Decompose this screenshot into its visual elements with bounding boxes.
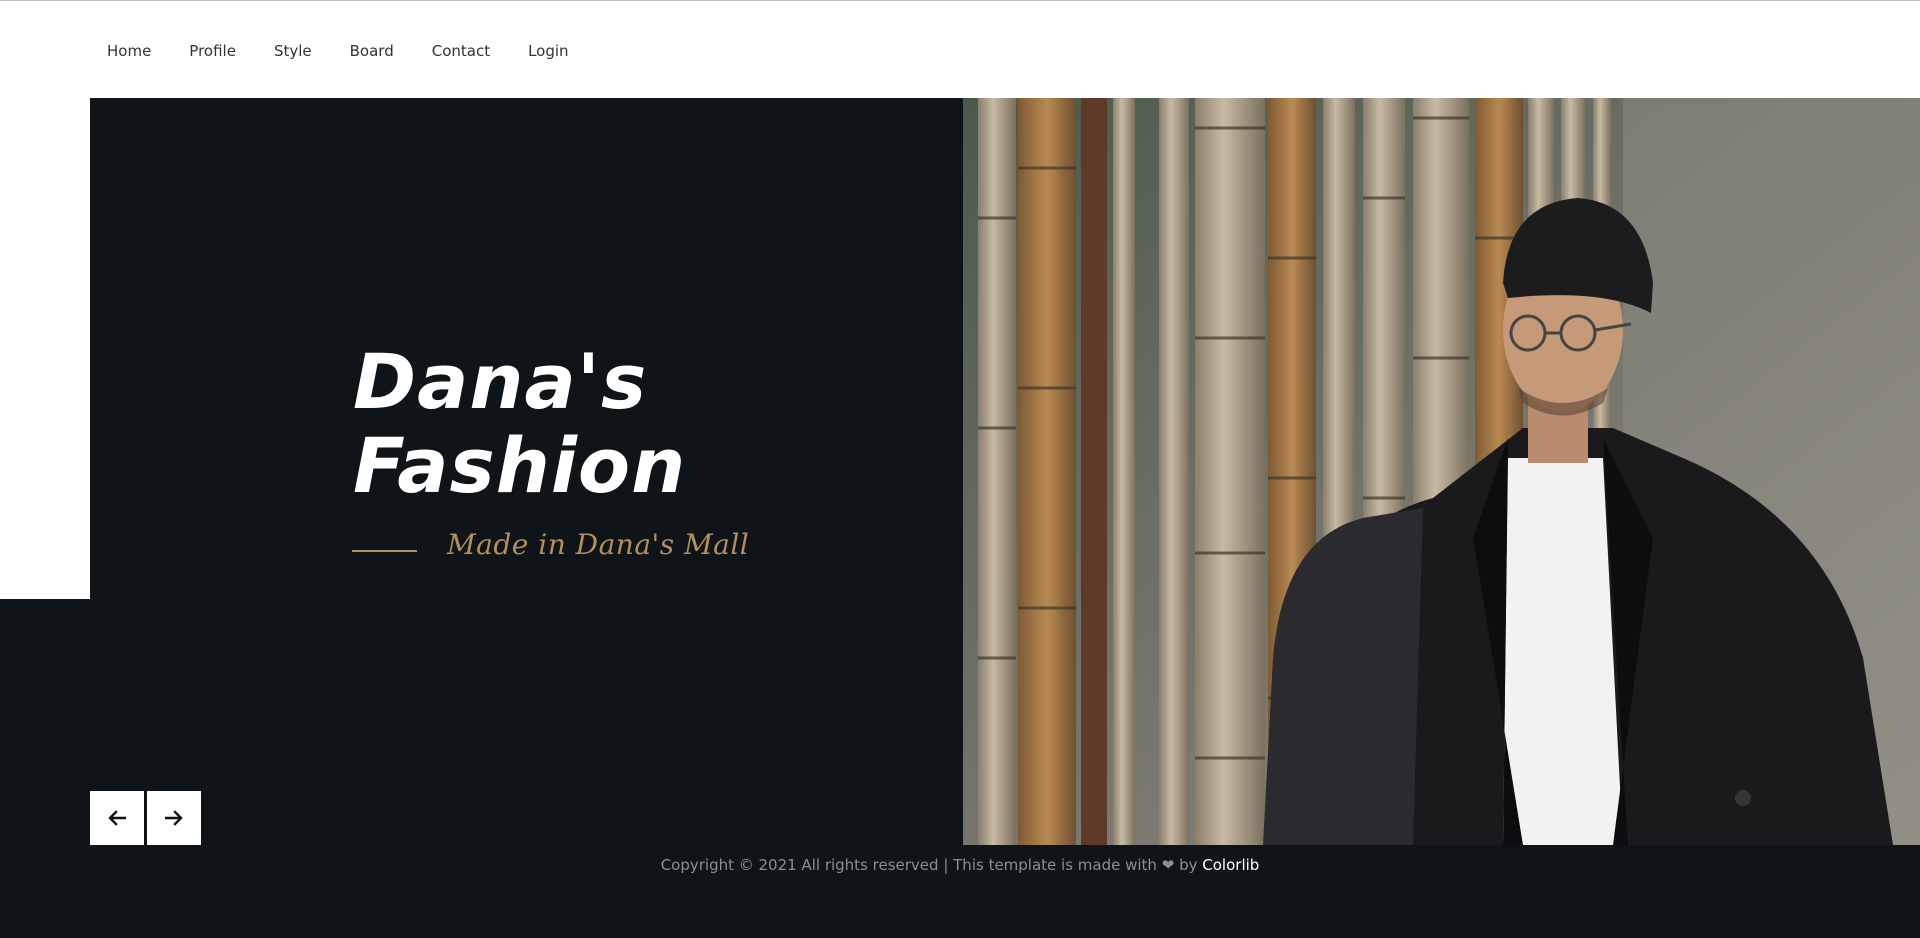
hero-photo — [963, 98, 1920, 845]
nav-profile[interactable]: Profile — [189, 42, 236, 60]
nav-login[interactable]: Login — [528, 42, 568, 60]
copyright-text: Copyright © 2021 All rights reserved | T… — [660, 856, 1157, 874]
decorative-white-block — [0, 98, 90, 599]
hero-title-line1: Dana's — [353, 337, 648, 426]
hero-tagline: Made in Dana's Mall — [447, 528, 750, 561]
colorlib-link[interactable]: Colorlib — [1202, 856, 1259, 874]
slider-next-button[interactable] — [147, 791, 201, 845]
main-nav: Home Profile Style Board Contact Login — [107, 42, 607, 60]
arrow-left-icon — [108, 810, 126, 826]
site-header: Home Profile Style Board Contact Login — [0, 1, 1920, 98]
footer-copyright: Copyright © 2021 All rights reserved | T… — [0, 856, 1920, 874]
slider-prev-button[interactable] — [90, 791, 144, 845]
nav-contact[interactable]: Contact — [432, 42, 490, 60]
arrow-right-icon — [165, 810, 183, 826]
hero-title-line2: Fashion — [353, 421, 687, 510]
hero-title: Dana's Fashion — [353, 340, 686, 508]
nav-board[interactable]: Board — [350, 42, 394, 60]
by-text: by — [1179, 856, 1198, 874]
hero-photo-illustration — [963, 98, 1920, 845]
tagline-divider — [352, 550, 417, 552]
heart-icon: ❤ — [1161, 856, 1175, 874]
nav-home[interactable]: Home — [107, 42, 151, 60]
nav-style[interactable]: Style — [274, 42, 312, 60]
site-footer: Copyright © 2021 All rights reserved | T… — [0, 845, 1920, 938]
